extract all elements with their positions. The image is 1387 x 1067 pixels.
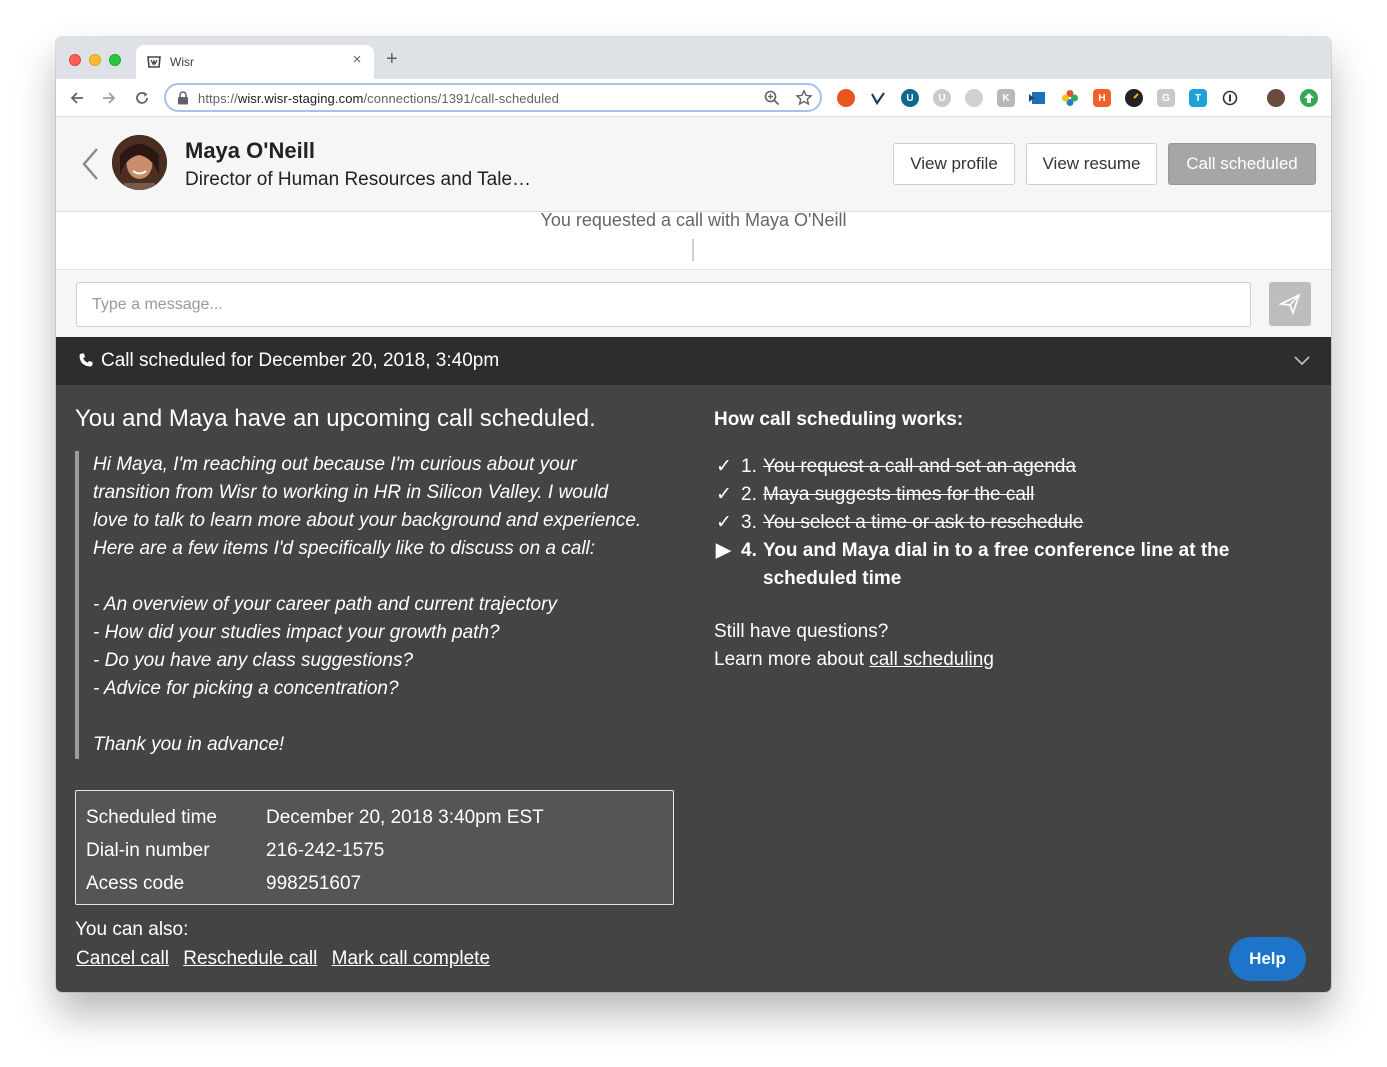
- contact-name: Maya O'Neill: [185, 138, 315, 163]
- detail-value: December 20, 2018 3:40pm EST: [266, 807, 544, 828]
- detail-row-dial-in: Dial-in number 216-242-1575: [86, 834, 663, 867]
- call-scheduling-link[interactable]: call scheduling: [869, 649, 994, 670]
- speedometer-icon[interactable]: [1125, 89, 1143, 107]
- maximize-window-button[interactable]: [109, 54, 121, 66]
- tab-close-icon[interactable]: ×: [348, 51, 366, 68]
- detail-value: 216-242-1575: [266, 840, 385, 861]
- view-resume-button[interactable]: View resume: [1026, 143, 1157, 185]
- vimeo-icon[interactable]: [869, 89, 887, 107]
- message-thread: You requested a call with Maya O'Neill: [56, 210, 1331, 270]
- new-tab-button[interactable]: +: [386, 49, 398, 69]
- reload-icon[interactable]: [131, 87, 153, 109]
- extension-circle-icon[interactable]: [965, 89, 983, 107]
- zoom-icon[interactable]: [763, 89, 781, 107]
- learn-more-line: Learn more about call scheduling: [714, 649, 994, 670]
- close-window-button[interactable]: [69, 54, 81, 66]
- extension-k-icon[interactable]: K: [997, 89, 1015, 107]
- questions-line: Still have questions?: [714, 621, 889, 642]
- wisr-favicon-icon: [147, 56, 161, 68]
- step-item: ✓ 2. Maya suggests times for the call: [716, 481, 1276, 509]
- call-heading: You and Maya have an upcoming call sched…: [75, 405, 596, 432]
- trello-icon[interactable]: T: [1189, 89, 1207, 107]
- timeline-divider: [692, 239, 694, 261]
- detail-row-scheduled-time: Scheduled time December 20, 2018 3:40pm …: [86, 801, 663, 834]
- cancel-call-link[interactable]: Cancel call: [76, 948, 169, 969]
- hubspot-icon[interactable]: H: [1093, 89, 1111, 107]
- detail-label: Scheduled time: [86, 807, 217, 828]
- colorwheel-icon[interactable]: [1061, 89, 1079, 107]
- lock-icon: [178, 91, 188, 105]
- play-arrow-icon: ▶: [716, 540, 731, 561]
- call-scheduled-title: Call scheduled for December 20, 2018, 3:…: [101, 350, 500, 371]
- update-arrow-icon[interactable]: [1300, 89, 1318, 107]
- tab-title: Wisr: [170, 55, 194, 69]
- connection-header: Maya O'Neill Director of Human Resources…: [56, 117, 1331, 212]
- step-number: 1.: [741, 456, 757, 477]
- help-button[interactable]: Help: [1229, 937, 1306, 981]
- questions-block: Still have questions? Learn more about c…: [714, 618, 994, 674]
- checkmark-icon: ✓: [716, 512, 732, 533]
- chevron-down-icon[interactable]: [1293, 351, 1311, 369]
- duckduckgo-icon[interactable]: [837, 89, 855, 107]
- tab-strip: Wisr × +: [56, 37, 1331, 79]
- avatar[interactable]: [112, 135, 167, 190]
- call-info-box: Scheduled time December 20, 2018 3:40pm …: [75, 790, 674, 905]
- step-item: ✓ 3. You select a time or ask to resched…: [716, 509, 1276, 537]
- step-item-current: ▶ 4. You and Maya dial in to a free conf…: [716, 537, 1276, 593]
- minimize-window-button[interactable]: [89, 54, 101, 66]
- ublock-icon[interactable]: U: [901, 89, 919, 107]
- call-agenda-message: Hi Maya, I'm reaching out because I'm cu…: [75, 451, 675, 759]
- profile-avatar-icon[interactable]: [1267, 89, 1285, 107]
- step-number: 3.: [741, 512, 757, 533]
- step-text: You select a time or ask to reschedule: [763, 512, 1084, 533]
- step-text: You request a call and set an agenda: [763, 456, 1077, 477]
- reschedule-call-link[interactable]: Reschedule call: [183, 948, 317, 969]
- detail-label: Dial-in number: [86, 840, 210, 861]
- bookmark-star-icon[interactable]: [795, 89, 813, 107]
- step-number: 2.: [741, 484, 757, 505]
- call-request-message: You requested a call with Maya O'Neill: [540, 210, 847, 230]
- back-chevron-icon[interactable]: [80, 146, 100, 182]
- checkmark-icon: ✓: [716, 456, 732, 477]
- also-label: You can also:: [75, 919, 189, 940]
- checkmark-icon: ✓: [716, 484, 732, 505]
- address-bar[interactable]: https://wisr.wisr-staging.com/connection…: [164, 83, 822, 112]
- step-item: ✓ 1. You request a call and set an agend…: [716, 453, 1276, 481]
- agenda-text: Hi Maya, I'm reaching out because I'm cu…: [93, 454, 642, 755]
- send-button[interactable]: [1269, 282, 1311, 326]
- back-arrow-icon[interactable]: [66, 87, 88, 109]
- scheduling-steps: ✓ 1. You request a call and set an agend…: [716, 453, 1276, 593]
- view-profile-button[interactable]: View profile: [893, 143, 1015, 185]
- browser-toolbar: https://wisr.wisr-staging.com/connection…: [56, 79, 1331, 117]
- message-input[interactable]: [76, 282, 1251, 327]
- detail-value: 998251607: [266, 873, 362, 894]
- forward-arrow-icon[interactable]: [98, 87, 120, 109]
- extension-flag-icon[interactable]: [1029, 89, 1047, 107]
- step-text: You and Maya dial in to a free conferenc…: [763, 540, 1230, 589]
- call-details-panel: You and Maya have an upcoming call sched…: [56, 385, 1331, 992]
- compose-area: [56, 270, 1331, 337]
- step-number: 4.: [741, 540, 757, 561]
- url-text: https://wisr.wisr-staging.com/connection…: [198, 91, 559, 106]
- step-text: Maya suggests times for the call: [763, 484, 1035, 505]
- call-scheduled-button[interactable]: Call scheduled: [1168, 143, 1316, 185]
- call-actions: Cancel call Reschedule call Mark call co…: [76, 948, 499, 970]
- contact-job-title: Director of Human Resources and Tale…: [185, 169, 532, 190]
- detail-label: Acess code: [86, 873, 185, 894]
- extension-g-icon[interactable]: G: [1157, 89, 1175, 107]
- browser-window: Wisr × + https://wisr.wisr-staging.com/c…: [56, 37, 1331, 992]
- info-icon[interactable]: [1221, 89, 1239, 107]
- extension-u-icon[interactable]: U: [933, 89, 951, 107]
- browser-tab[interactable]: Wisr ×: [136, 45, 374, 79]
- how-it-works-title: How call scheduling works:: [714, 409, 964, 430]
- call-scheduled-bar[interactable]: Call scheduled for December 20, 2018, 3:…: [56, 337, 1331, 385]
- phone-icon: [79, 353, 93, 367]
- detail-row-access-code: Acess code 998251607: [86, 867, 663, 900]
- send-paper-plane-icon: [1279, 293, 1301, 315]
- mark-call-complete-link[interactable]: Mark call complete: [332, 948, 490, 969]
